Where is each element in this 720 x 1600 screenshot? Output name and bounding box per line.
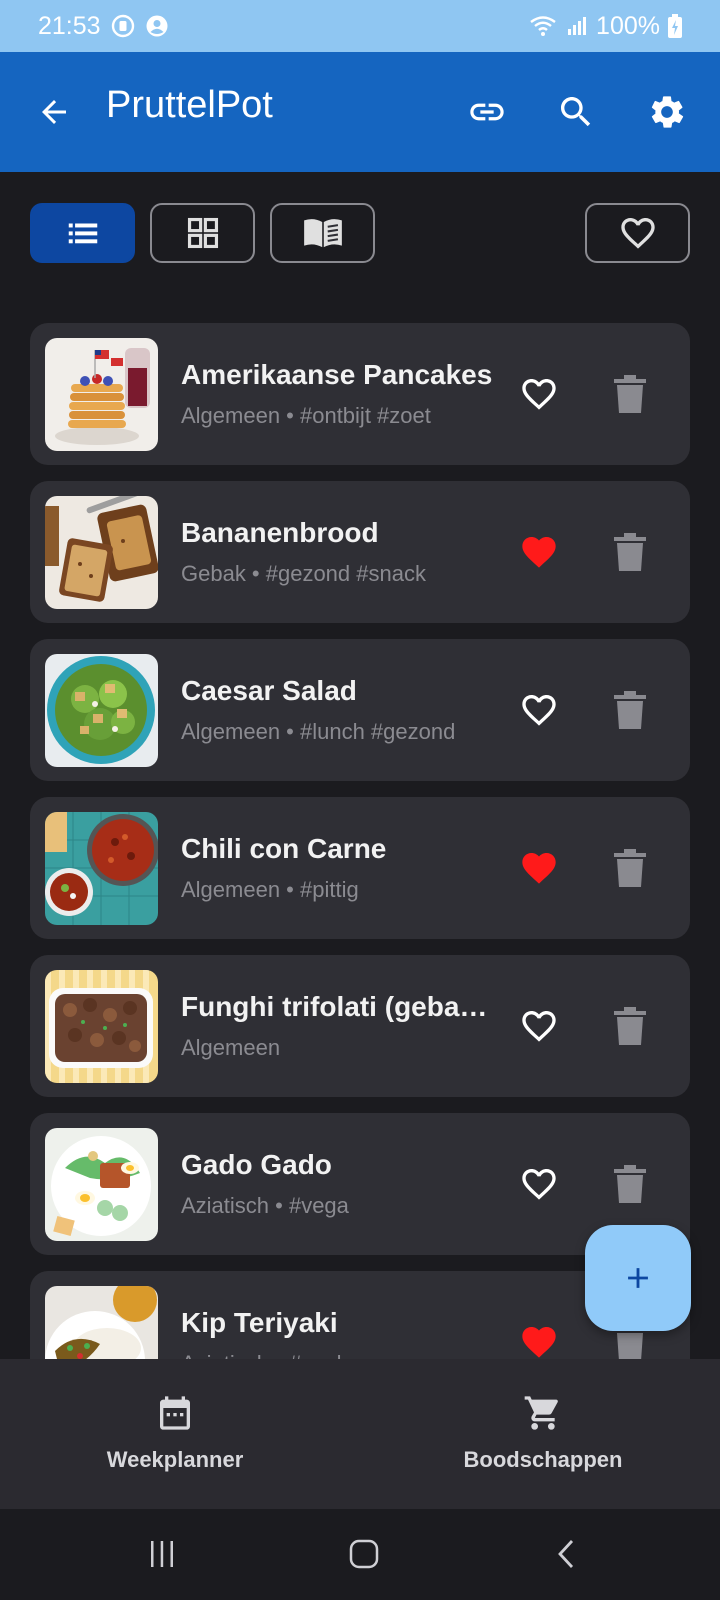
recipe-thumbnail xyxy=(45,1128,158,1241)
list-view-toggle[interactable] xyxy=(30,203,135,263)
recipe-card[interactable]: Amerikaanse Pancakes Algemeen • #ontbijt… xyxy=(30,323,690,465)
recipe-title: Amerikaanse Pancakes xyxy=(181,359,493,390)
delete-trash-icon[interactable] xyxy=(610,1163,650,1205)
recipe-list: Amerikaanse Pancakes Algemeen • #ontbijt… xyxy=(30,323,690,1359)
recipe-thumbnail xyxy=(45,812,158,925)
open-book-icon xyxy=(303,219,342,248)
home-icon[interactable] xyxy=(334,1529,394,1579)
settings-gear-icon[interactable] xyxy=(639,84,695,140)
nav-boodschappen[interactable]: Boodschappen xyxy=(423,1359,663,1509)
recipe-title: Bananenbrood xyxy=(181,517,379,548)
favorite-heart-outline-icon[interactable] xyxy=(516,371,562,417)
nav-weekplanner[interactable]: Weekplanner xyxy=(55,1359,295,1509)
recipe-card[interactable]: Caesar Salad Algemeen • #lunch #gezond xyxy=(30,639,690,781)
recipe-title: Caesar Salad xyxy=(181,675,357,706)
favorite-heart-filled-icon[interactable] xyxy=(516,529,562,575)
account-icon xyxy=(145,14,169,38)
calendar-icon xyxy=(153,1391,197,1435)
recipe-title: Kip Teriyaki xyxy=(181,1307,338,1338)
favorite-heart-outline-icon[interactable] xyxy=(516,687,562,733)
recipe-subtitle: Aziatisch • #snel xyxy=(181,1351,501,1359)
recipe-title: Funghi trifolati (gebakken champignons) xyxy=(181,991,501,1022)
recipe-thumbnail xyxy=(45,654,158,767)
recipe-subtitle: Algemeen • #ontbijt #zoet xyxy=(181,403,431,428)
favorite-heart-outline-icon[interactable] xyxy=(516,1003,562,1049)
recipe-thumbnail xyxy=(45,1286,158,1359)
recipe-title: Gado Gado xyxy=(181,1149,332,1180)
recipe-thumbnail xyxy=(45,970,158,1083)
app-bar: PruttelPot xyxy=(0,52,720,172)
add-recipe-fab[interactable] xyxy=(585,1225,691,1331)
favorite-heart-filled-icon[interactable] xyxy=(516,845,562,891)
link-icon[interactable] xyxy=(459,84,515,140)
wifi-icon xyxy=(528,14,558,38)
delete-trash-icon[interactable] xyxy=(610,1005,650,1047)
recipe-thumbnail xyxy=(45,338,158,451)
heart-outline-icon xyxy=(620,218,655,249)
system-back-icon[interactable] xyxy=(536,1529,596,1579)
recipe-title: Chili con Carne xyxy=(181,833,387,864)
back-arrow-icon[interactable] xyxy=(30,88,78,136)
signal-icon xyxy=(566,15,588,37)
data-saver-icon xyxy=(111,14,135,38)
book-view-toggle[interactable] xyxy=(270,203,375,263)
favorite-heart-filled-icon[interactable] xyxy=(516,1319,562,1359)
favorite-heart-outline-icon[interactable] xyxy=(516,1161,562,1207)
grid-icon xyxy=(187,217,218,249)
recipe-card[interactable]: Funghi trifolati (gebakken champignons) … xyxy=(30,955,690,1097)
app-title: PruttelPot xyxy=(106,84,273,126)
battery-charging-icon xyxy=(668,14,682,38)
delete-trash-icon[interactable] xyxy=(610,531,650,573)
recent-apps-icon[interactable] xyxy=(132,1529,192,1579)
plus-icon xyxy=(628,1268,648,1288)
recipe-subtitle: Algemeen • #pittig xyxy=(181,877,359,902)
nav-boodschappen-label: Boodschappen xyxy=(463,1447,623,1472)
delete-trash-icon[interactable] xyxy=(610,373,650,415)
status-time: 21:53 xyxy=(38,11,101,40)
recipe-card[interactable]: Bananenbrood Gebak • #gezond #snack xyxy=(30,481,690,623)
status-bar: 21:53 100% xyxy=(0,0,720,52)
recipe-card[interactable]: Chili con Carne Algemeen • #pittig xyxy=(30,797,690,939)
search-icon[interactable] xyxy=(548,84,604,140)
nav-weekplanner-label: Weekplanner xyxy=(106,1447,244,1472)
battery-percent: 100% xyxy=(596,11,660,40)
system-navigation-bar xyxy=(0,1509,720,1600)
grid-view-toggle[interactable] xyxy=(150,203,255,263)
favorites-filter-toggle[interactable] xyxy=(585,203,690,263)
delete-trash-icon[interactable] xyxy=(610,689,650,731)
recipe-thumbnail xyxy=(45,496,158,609)
recipe-subtitle: Gebak • #gezond #snack xyxy=(181,561,426,586)
bottom-navigation: Weekplanner Boodschappen xyxy=(0,1359,720,1509)
delete-trash-icon[interactable] xyxy=(610,847,650,889)
shopping-cart-icon xyxy=(521,1391,565,1435)
list-icon xyxy=(68,223,97,244)
recipe-subtitle: Algemeen • #lunch #gezond xyxy=(181,719,456,744)
recipe-subtitle: Algemeen xyxy=(181,1035,281,1060)
recipe-subtitle: Aziatisch • #vega xyxy=(181,1193,349,1218)
